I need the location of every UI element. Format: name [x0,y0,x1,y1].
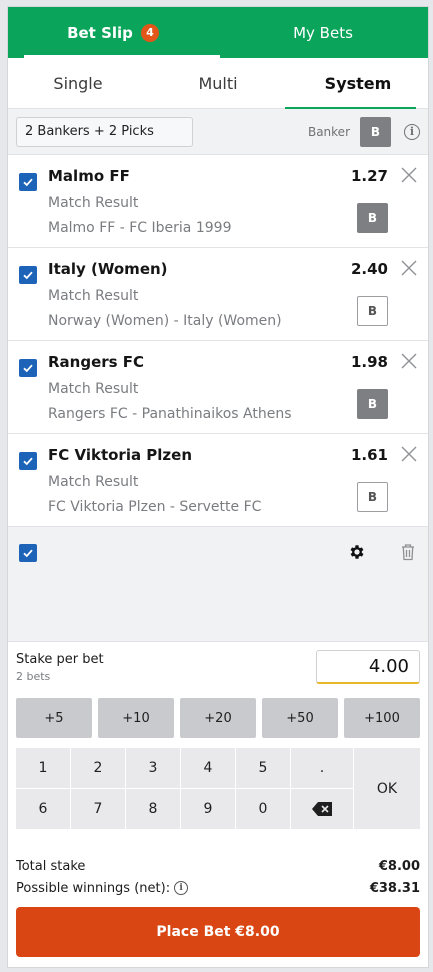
totals-section: Total stake €8.00 Possible winnings (net… [16,855,420,899]
system-options-row: 2 Bankers + 2 Picks Banker B i [8,109,428,155]
selection-name: FC Viktoria Plzen [48,446,193,464]
total-stake-line: Total stake €8.00 [16,855,420,877]
quick-add-5[interactable]: +5 [16,698,92,738]
tab-my-bets-label: My Bets [293,23,353,42]
bet-list: Malmo FF Match Result Malmo FF - FC Iber… [8,155,428,527]
tab-multi[interactable]: Multi [148,58,288,108]
quick-stake-row: +5 +10 +20 +50 +100 [8,698,428,738]
market-name: Match Result [48,288,139,304]
stake-row: Stake per bet 2 bets 4.00 [8,642,428,692]
info-icon[interactable]: i [404,123,420,140]
tab-system[interactable]: System [288,58,428,108]
possible-winnings-line: Possible winnings (net): i €38.31 [16,877,420,899]
checkmark-icon [23,364,33,373]
numeric-keypad: 1 2 3 4 5 . OK 6 7 8 9 0 [16,748,420,830]
backspace-icon [312,802,332,816]
checkmark-icon [23,178,33,187]
key-8[interactable]: 8 [126,789,180,829]
bet-item: Italy (Women) Match Result Norway (Women… [8,248,428,341]
bet-item: Rangers FC Match Result Rangers FC - Pan… [8,341,428,434]
event-name: Malmo FF - FC Iberia 1999 [48,220,232,236]
possible-winnings-label: Possible winnings (net): [16,880,171,896]
checkmark-icon [23,271,33,280]
tab-bet-slip[interactable]: Bet Slip 4 [8,7,218,58]
tab-single[interactable]: Single [8,58,148,108]
selection-name: Rangers FC [48,353,145,371]
gear-icon[interactable] [348,543,366,561]
bet-item: Malmo FF Match Result Malmo FF - FC Iber… [8,155,428,248]
bet-slip-panel: Bet Slip 4 My Bets Single Multi System 2… [7,6,429,968]
quick-add-20[interactable]: +20 [180,698,256,738]
tab-my-bets[interactable]: My Bets [218,7,428,58]
close-icon[interactable] [400,352,418,370]
key-ok[interactable]: OK [354,748,420,829]
bulk-actions-row [8,527,428,642]
top-tabs: Bet Slip 4 My Bets [8,7,428,58]
close-icon[interactable] [400,445,418,463]
market-name: Match Result [48,474,139,490]
total-stake-value: €8.00 [378,858,420,874]
close-icon[interactable] [400,166,418,184]
market-name: Match Result [48,381,139,397]
banker-button[interactable]: B [357,482,388,512]
key-backspace[interactable] [291,789,353,829]
selection-name: Italy (Women) [48,260,168,278]
bet-checkbox[interactable] [19,359,37,377]
close-icon[interactable] [400,259,418,277]
market-name: Match Result [48,195,139,211]
quick-add-10[interactable]: +10 [98,698,174,738]
key-4[interactable]: 4 [181,748,235,788]
total-stake-label: Total stake [16,858,86,874]
key-1[interactable]: 1 [16,748,70,788]
quick-add-100[interactable]: +100 [344,698,420,738]
banker-button[interactable]: B [357,389,388,419]
odds-value: 1.61 [350,446,388,464]
stake-label: Stake per bet [16,652,104,667]
mode-tabs: Single Multi System [8,58,428,109]
select-all-checkbox[interactable] [19,544,37,562]
bet-item: FC Viktoria Plzen Match Result FC Viktor… [8,434,428,527]
place-bet-button[interactable]: Place Bet €8.00 [16,907,420,957]
bet-checkbox[interactable] [19,173,37,191]
trash-icon[interactable] [400,543,416,561]
stake-input[interactable]: 4.00 [316,650,420,684]
key-3[interactable]: 3 [126,748,180,788]
odds-value: 1.98 [350,353,388,371]
bet-count-badge: 4 [140,23,159,42]
bet-count-text: 2 bets [16,670,51,683]
bet-checkbox[interactable] [19,452,37,470]
banker-button[interactable]: B [357,203,388,233]
event-name: FC Viktoria Plzen - Servette FC [48,499,262,515]
banker-label: Banker [307,124,350,139]
banker-button[interactable]: B [357,296,388,326]
key-7[interactable]: 7 [71,789,125,829]
odds-value: 2.40 [350,260,388,278]
event-name: Norway (Women) - Italy (Women) [48,313,282,329]
tab-bet-slip-label: Bet Slip [67,23,133,42]
key-6[interactable]: 6 [16,789,70,829]
possible-winnings-label-wrap: Possible winnings (net): i [16,880,189,896]
active-tab-indicator [285,107,416,109]
banker-toggle-all[interactable]: B [360,116,391,147]
bet-checkbox[interactable] [19,266,37,284]
key-2[interactable]: 2 [71,748,125,788]
key-9[interactable]: 9 [181,789,235,829]
checkmark-icon [23,549,33,558]
selection-name: Malmo FF [48,167,130,185]
checkmark-icon [23,457,33,466]
event-name: Rangers FC - Panathinaikos Athens [48,406,292,422]
key-decimal[interactable]: . [291,748,353,788]
odds-value: 1.27 [350,167,388,185]
key-0[interactable]: 0 [236,789,290,829]
possible-winnings-value: €38.31 [369,880,420,896]
winnings-info-icon[interactable]: i [174,881,189,895]
quick-add-50[interactable]: +50 [262,698,338,738]
key-5[interactable]: 5 [236,748,290,788]
system-type-select[interactable]: 2 Bankers + 2 Picks [16,116,193,147]
